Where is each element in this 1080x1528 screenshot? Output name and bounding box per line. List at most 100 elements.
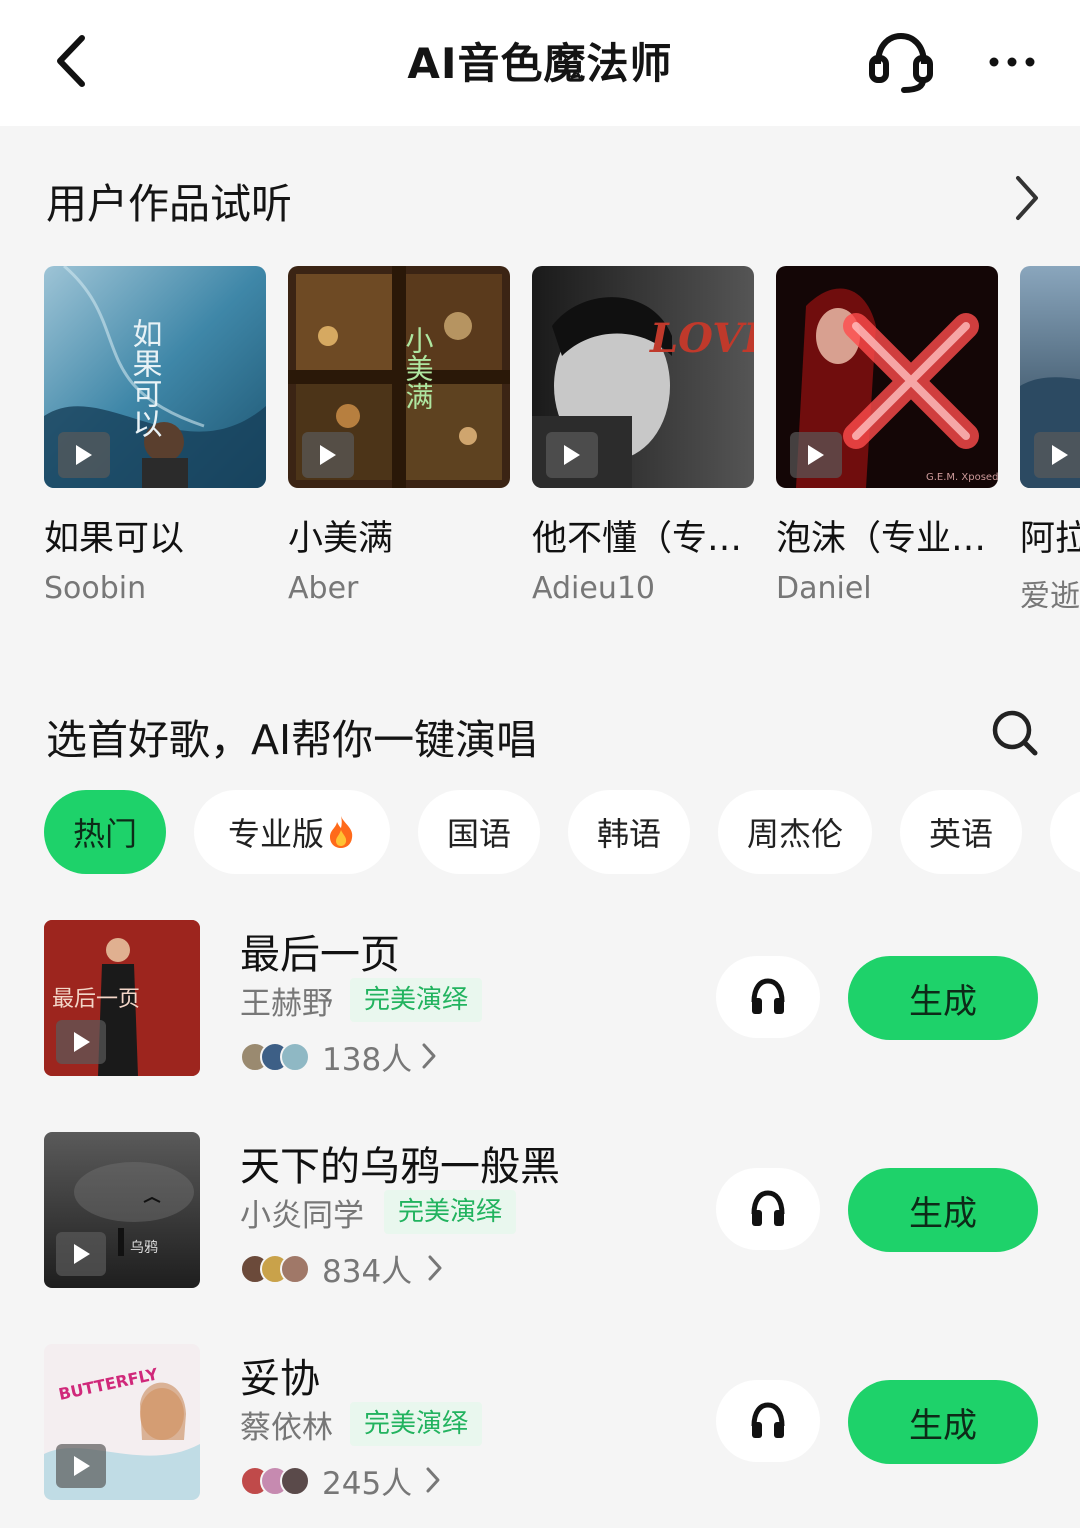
- headphones-icon: [751, 1190, 785, 1226]
- work-cover[interactable]: 如果可以: [44, 266, 266, 488]
- work-card[interactable]: 阿拉 爱逝: [1020, 266, 1080, 615]
- work-title: 他不懂（专…: [532, 519, 743, 559]
- tab-hot[interactable]: 热门: [44, 790, 166, 874]
- cover-caption: G.E.M. Xposed: [926, 472, 998, 483]
- tab-english[interactable]: 英语: [900, 790, 1022, 874]
- work-card[interactable]: 如果可以 如果可以 Soobin: [44, 266, 266, 606]
- play-button[interactable]: [56, 1020, 106, 1064]
- cover-caption: 乌鸦: [130, 1239, 158, 1256]
- work-title: 小美满: [288, 519, 394, 559]
- cover-caption: 最后一页: [52, 987, 140, 1012]
- song-row[interactable]: BUTTERFLY 妥协 蔡依林 完美演绎 245人 生成: [44, 1344, 1044, 1504]
- work-title: 如果可以: [44, 519, 185, 559]
- work-card[interactable]: 小美满 小美满 Aber: [288, 266, 510, 606]
- tab-pro[interactable]: 专业版: [194, 790, 390, 874]
- work-artist: Adieu10: [532, 571, 656, 606]
- chevron-right-icon: [428, 1255, 442, 1281]
- chevron-right-icon: [422, 1043, 436, 1069]
- user-works-more-button[interactable]: [1004, 172, 1048, 224]
- tab-more-partial[interactable]: [1050, 790, 1080, 874]
- tab-label: 专业版: [227, 815, 324, 853]
- song-cover[interactable]: BUTTERFLY: [44, 1344, 200, 1500]
- song-cover[interactable]: 最后一页: [44, 920, 200, 1076]
- song-title: 最后一页: [240, 932, 400, 978]
- tab-jay-chou[interactable]: 周杰伦: [718, 790, 872, 874]
- participant-count[interactable]: 834人: [322, 1246, 412, 1291]
- work-title: 阿拉: [1020, 519, 1080, 559]
- work-cover[interactable]: 小美满: [288, 266, 510, 488]
- tab-label: 周杰伦: [746, 815, 843, 853]
- play-button[interactable]: [56, 1232, 106, 1276]
- more-button[interactable]: [984, 40, 1040, 84]
- headset-icon: [869, 32, 933, 93]
- preview-listen-button[interactable]: [716, 956, 820, 1038]
- flame-icon: [330, 816, 353, 848]
- song-artist: 小炎同学: [240, 1198, 364, 1234]
- user-works-carousel[interactable]: 如果可以 如果可以 Soobin 小美满 小美满 Aber LOV 他不懂（专……: [44, 266, 1080, 616]
- quality-badge: 完美演绎: [384, 1190, 517, 1234]
- tab-mandarin[interactable]: 国语: [418, 790, 540, 874]
- song-row[interactable]: 乌鸦 天下的乌鸦一般黑 小炎同学 完美演绎 834人 生成: [44, 1132, 1044, 1292]
- play-icon: [74, 1032, 90, 1052]
- tab-label: 热门: [72, 815, 137, 853]
- play-button[interactable]: [1034, 432, 1080, 478]
- play-button[interactable]: [56, 1444, 106, 1488]
- generate-button[interactable]: 生成: [848, 1168, 1038, 1252]
- song-title: 天下的乌鸦一般黑: [240, 1144, 560, 1190]
- work-card[interactable]: G.E.M. Xposed 泡沫（专业… Daniel: [776, 266, 998, 606]
- play-button[interactable]: [790, 432, 842, 478]
- song-title: 妥协: [240, 1356, 320, 1402]
- search-button[interactable]: [990, 708, 1040, 758]
- play-icon: [320, 445, 336, 465]
- work-artist: Soobin: [44, 571, 147, 606]
- search-icon: [992, 710, 1038, 756]
- work-card[interactable]: LOVE 他不懂（专… Adieu10: [532, 266, 754, 606]
- participant-count[interactable]: 138人: [322, 1034, 412, 1079]
- tab-korean[interactable]: 韩语: [568, 790, 690, 874]
- top-bar: AI音色魔法师: [0, 0, 1080, 126]
- play-button[interactable]: [546, 432, 598, 478]
- preview-listen-button[interactable]: [716, 1168, 820, 1250]
- play-button[interactable]: [58, 432, 110, 478]
- play-icon: [74, 1244, 90, 1264]
- play-icon: [808, 445, 824, 465]
- headphones-icon: [751, 978, 785, 1014]
- work-artist: Daniel: [776, 571, 872, 606]
- work-cover[interactable]: G.E.M. Xposed: [776, 266, 998, 488]
- quality-badge: 完美演绎: [350, 978, 483, 1022]
- song-artist: 王赫野: [240, 986, 333, 1022]
- work-title: 泡沫（专业…: [776, 519, 987, 559]
- participant-count[interactable]: 245人: [322, 1458, 412, 1503]
- more-horizontal-icon: [989, 57, 1035, 67]
- category-tabs[interactable]: 热门 专业版 国语 韩语 周杰伦 英语: [44, 790, 1080, 874]
- play-button[interactable]: [302, 432, 354, 478]
- song-artist: 蔡依林: [240, 1410, 333, 1446]
- section-title-song-picker: 选首好歌，AI帮你一键演唱: [46, 716, 538, 764]
- work-artist: 爱逝: [1020, 579, 1080, 614]
- song-row[interactable]: 最后一页 最后一页 王赫野 完美演绎 138人 生成: [44, 920, 1044, 1080]
- generate-button[interactable]: 生成: [848, 956, 1038, 1040]
- play-icon: [74, 1456, 90, 1476]
- section-title-user-works: 用户作品试听: [46, 180, 292, 228]
- work-artist: Aber: [288, 571, 359, 606]
- quality-badge: 完美演绎: [350, 1402, 483, 1446]
- play-icon: [564, 445, 580, 465]
- work-cover[interactable]: [1020, 266, 1080, 488]
- preview-listen-button[interactable]: [716, 1380, 820, 1462]
- avatar-stack: [240, 1466, 316, 1496]
- cover-caption: 小美满: [402, 326, 435, 410]
- headphones-icon: [751, 1402, 785, 1438]
- chevron-right-icon: [426, 1467, 440, 1493]
- customer-service-button[interactable]: [866, 30, 936, 94]
- avatar-stack: [240, 1254, 316, 1284]
- avatar: [280, 1042, 310, 1072]
- tab-label: 韩语: [596, 815, 661, 853]
- cover-caption: LOVE: [649, 315, 754, 362]
- generate-button[interactable]: 生成: [848, 1380, 1038, 1464]
- work-cover[interactable]: LOVE: [532, 266, 754, 488]
- play-icon: [1052, 445, 1068, 465]
- play-icon: [76, 445, 92, 465]
- song-cover[interactable]: 乌鸦: [44, 1132, 200, 1288]
- chevron-right-icon: [1016, 176, 1038, 220]
- avatar: [280, 1466, 310, 1496]
